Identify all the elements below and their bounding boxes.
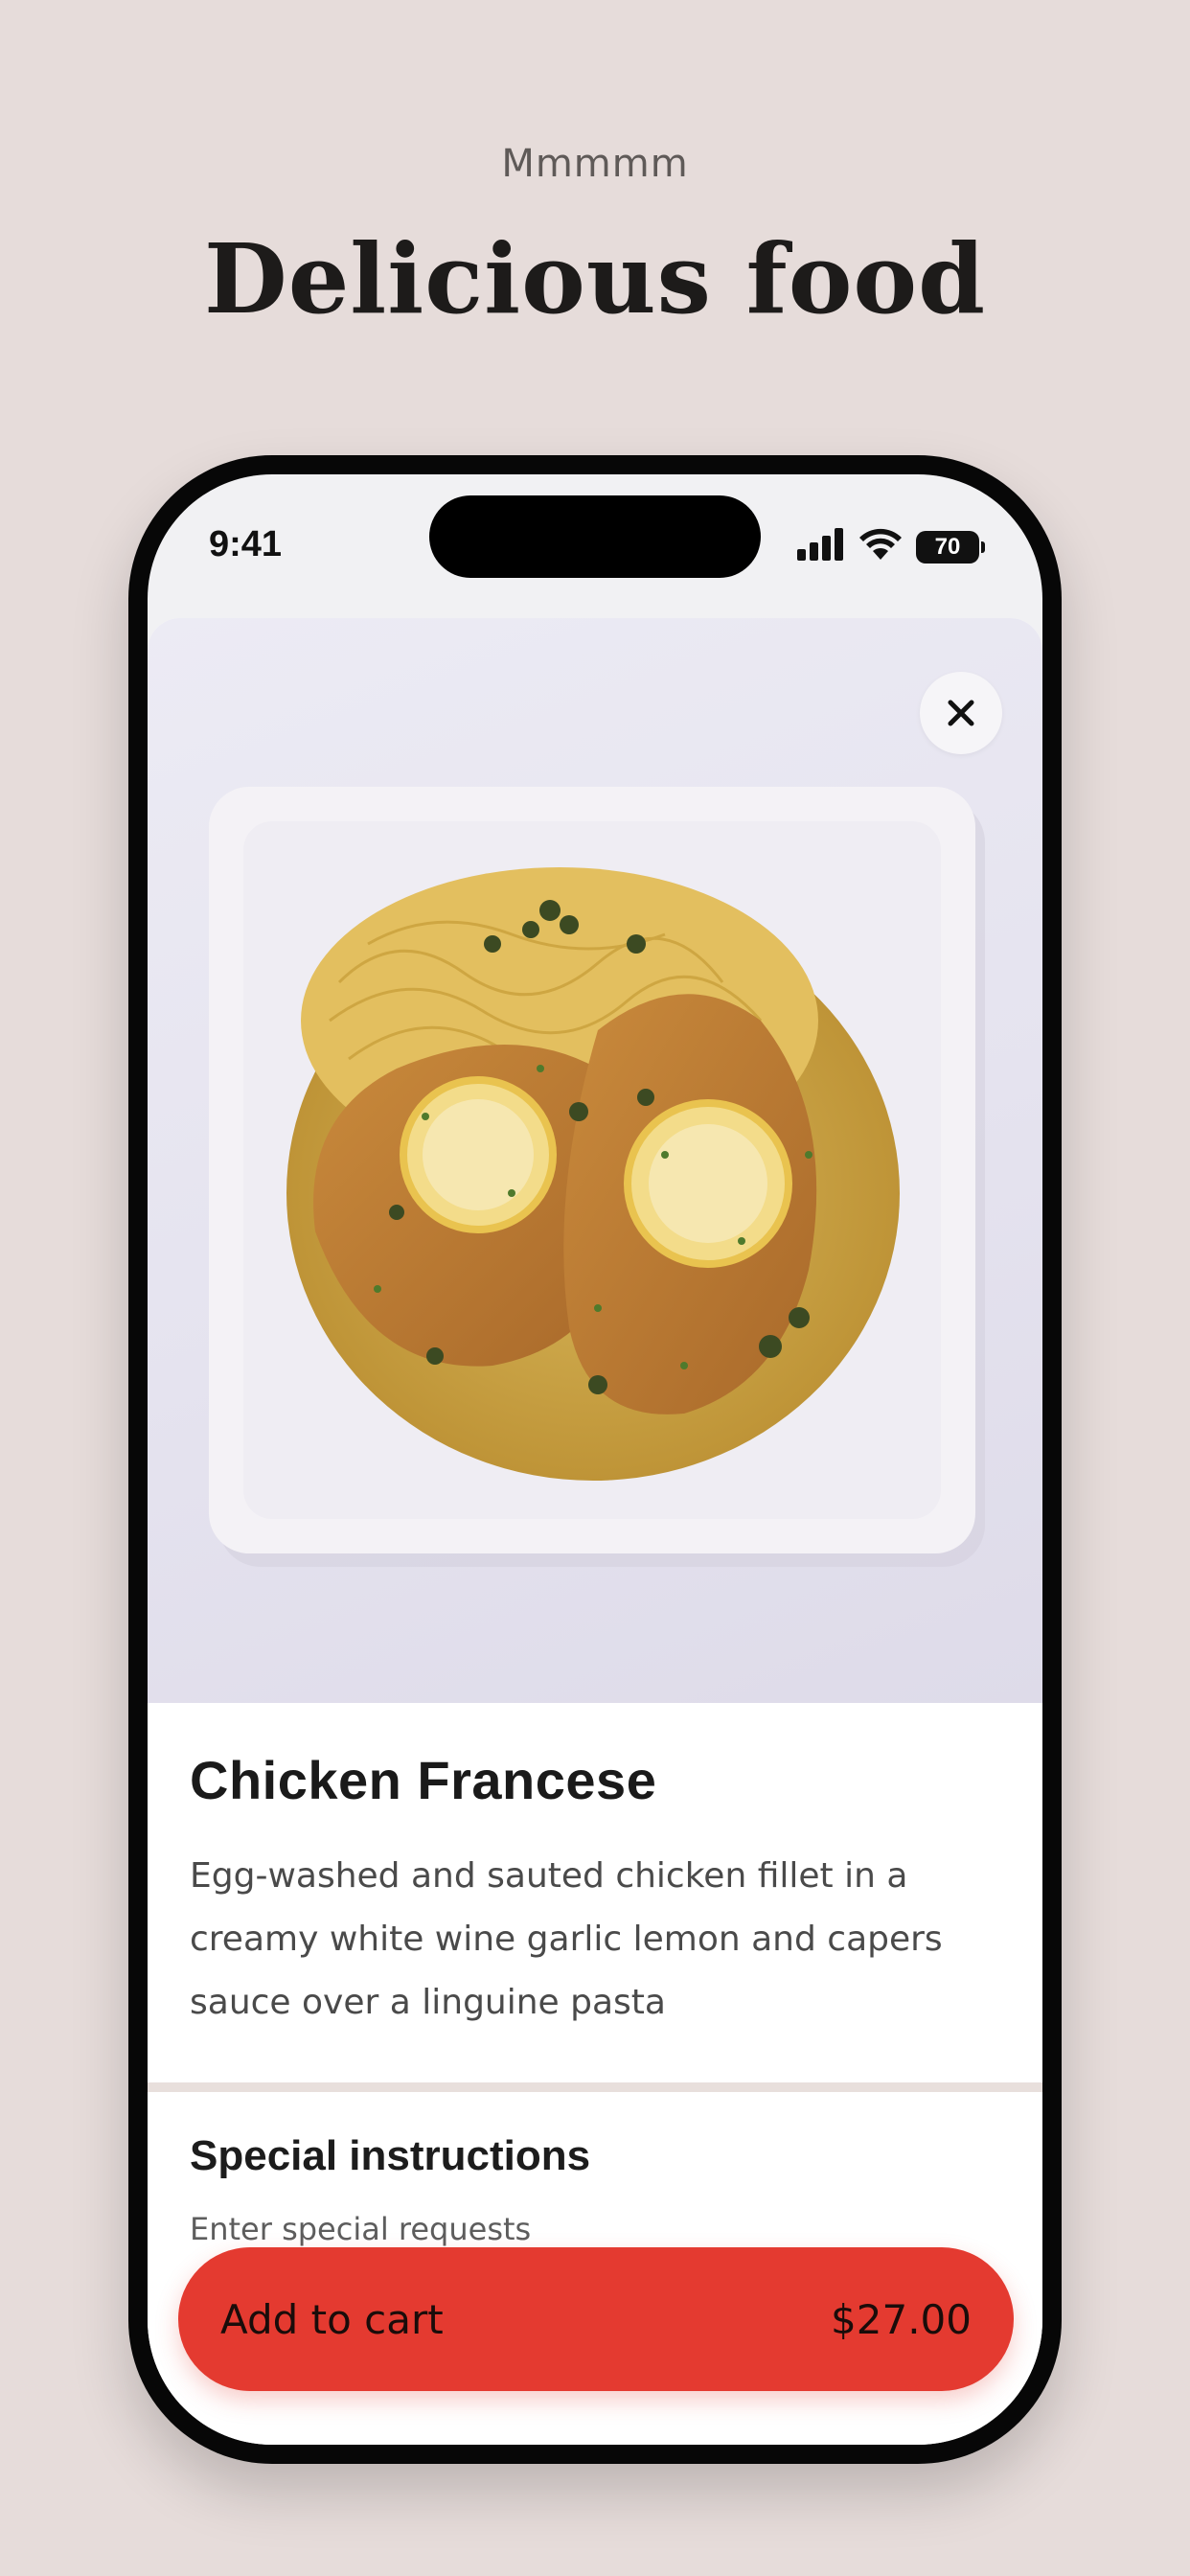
special-instructions-title: Special instructions (190, 2132, 591, 2179)
status-time: 9:41 (209, 524, 283, 564)
close-icon (948, 700, 974, 726)
dish-title: Chicken Francese (190, 1750, 657, 1810)
add-to-cart-button[interactable]: Add to cart $27.00 (178, 2247, 1014, 2391)
product-sheet: Chicken Francese Egg-washed and sauted c… (148, 618, 1042, 2445)
wifi-icon (858, 528, 903, 565)
food-plate-illustration (209, 787, 985, 1567)
phone-frame: 9:41 70 Chicken Francese Egg-washed and … (128, 455, 1062, 2464)
dynamic-island (429, 495, 761, 578)
signal-icon (797, 528, 845, 565)
cart-price: $27.00 (831, 2295, 972, 2343)
promo-eyebrow: Mmmmm (501, 142, 689, 186)
section-divider (148, 2082, 1042, 2092)
status-bar: 9:41 70 (148, 474, 1042, 599)
add-to-cart-label: Add to cart (220, 2295, 444, 2343)
phone-screen: 9:41 70 Chicken Francese Egg-washed and … (148, 474, 1042, 2445)
close-button[interactable] (920, 672, 1002, 754)
status-icons: 70 (797, 528, 985, 565)
special-instructions-input[interactable] (190, 2211, 995, 2247)
promo-headline: Delicious food (203, 222, 987, 335)
battery-icon: 70 (916, 530, 985, 564)
dish-description: Egg-washed and sauted chicken fillet in … (190, 1856, 943, 2022)
dish-photo (148, 618, 1042, 1703)
